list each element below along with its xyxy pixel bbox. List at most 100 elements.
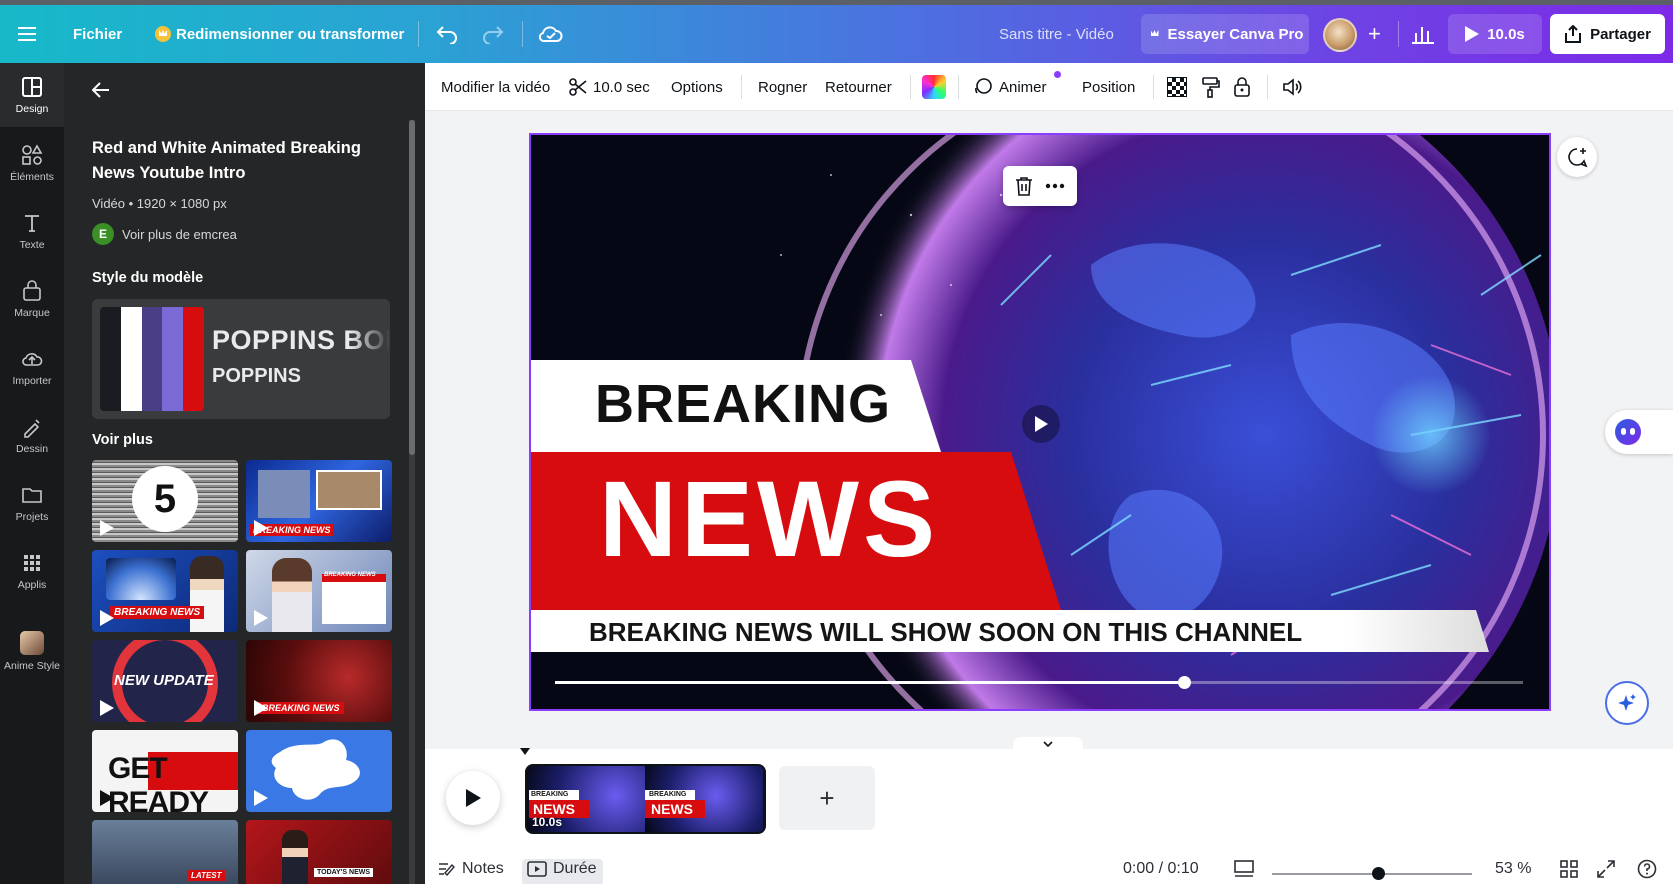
options-button[interactable]: Options [671,63,723,111]
notes-button[interactable]: Notes [438,853,504,884]
play-icon [100,700,114,716]
user-avatar[interactable] [1323,18,1357,52]
duration-tab[interactable]: Durée [527,853,597,884]
color-filter-button[interactable] [922,63,946,111]
rail-item-brand[interactable]: Marque [0,267,64,331]
add-comment-button[interactable] [1557,137,1597,177]
upload-icon [22,352,43,366]
crown-icon [1147,26,1163,42]
transparency-icon[interactable] [1167,63,1187,111]
cloud-saved-icon[interactable] [539,5,563,63]
template-thumb-red-globe[interactable]: BREAKING NEWS [246,640,392,722]
grid-view-icon[interactable] [1560,853,1578,884]
thumb-caption: BREAKING NEWS [110,606,205,619]
footer-bar [425,853,1673,884]
template-thumb-new-update[interactable]: NEW UPDATE [92,640,238,722]
template-thumb-countdown[interactable]: 5 [92,460,238,542]
play-duration: 10.0s [1487,25,1525,43]
timeline-play-button[interactable] [446,771,500,825]
rail-label: Anime Style [3,659,61,672]
video-page[interactable]: BREAKING NEWS BREAKING NEWS WILL SHOW SO… [529,133,1551,711]
ticker-text[interactable]: BREAKING NEWS WILL SHOW SOON ON THIS CHA… [589,617,1302,648]
thumb-anchor [272,558,312,632]
color-palette [100,307,204,411]
trim-button[interactable]: 10.0 sec [569,63,650,111]
more-icon[interactable] [1045,183,1065,189]
analytics-icon[interactable] [1412,5,1434,63]
author-label: Voir plus de emcrea [122,226,237,242]
clip-label-small: BREAKING [531,791,569,798]
divider [1398,21,1399,47]
flip-button[interactable]: Retourner [825,63,892,111]
back-arrow-icon[interactable] [92,72,110,108]
panel-scrollbar-thumb[interactable] [409,120,415,455]
edit-video-button[interactable]: Modifier la vidéo [441,63,550,111]
element-floating-bar [1003,166,1077,206]
rail-item-text[interactable]: Texte [0,199,64,263]
thumb-card [322,574,386,624]
copy-style-icon[interactable] [1200,63,1220,111]
play-icon [254,790,268,806]
document-title[interactable]: Sans titre - Vidéo [999,5,1114,63]
center-play-button[interactable] [1022,405,1060,443]
zoom-percentage[interactable]: 53 % [1495,853,1531,884]
trash-icon[interactable] [1015,176,1033,196]
fullscreen-icon[interactable] [1597,853,1615,884]
rail-item-design[interactable]: Design [0,63,64,127]
rail-item-elements[interactable]: Éléments [0,131,64,195]
news-text[interactable]: NEWS [599,465,939,573]
add-clip-button[interactable]: + [779,766,875,830]
video-clip[interactable]: BREAKING NEWS BREAKING NEWS 10.0s [525,764,766,834]
present-play-button[interactable]: 10.0s [1448,14,1542,54]
clip-label-small: BREAKING [649,791,687,798]
thumb-presenter [282,830,308,884]
animate-button[interactable]: Animer [973,63,1061,111]
apps-icon [24,554,40,571]
template-thumb-red-presenter[interactable]: TODAY'S NEWS [246,820,392,884]
lock-icon[interactable] [1233,63,1251,111]
file-menu[interactable]: Fichier [73,5,122,63]
playback-time: 0:00 / 0:10 [1123,859,1199,877]
resize-button[interactable]: Redimensionner ou transformer [155,5,404,63]
template-thumb-anchor-studio[interactable]: BREAKING NEWS [246,550,392,632]
template-thumb-anchor-earth[interactable]: BREAKING NEWS [92,550,238,632]
template-thumb-studio-news[interactable]: BREAKING NEWS [246,460,392,542]
template-style-card[interactable]: POPPINS BOLD POPPINS [92,299,390,419]
undo-icon[interactable] [436,5,458,63]
template-thumb-traffic-city[interactable]: LATEST [92,820,238,884]
help-icon[interactable] [1637,853,1657,884]
animate-label: Animer [999,78,1047,96]
divider [910,75,911,99]
new-dot-badge [1054,71,1061,78]
volume-icon[interactable] [1282,63,1304,111]
share-icon [1565,25,1582,43]
breaking-text[interactable]: BREAKING [595,373,891,435]
template-thumb-blue-splash[interactable] [246,730,392,812]
redo-icon[interactable] [482,5,504,63]
page-view-icon[interactable] [1234,853,1254,884]
divider [958,75,959,99]
position-button[interactable]: Position [1082,63,1135,111]
playhead-marker[interactable] [520,748,530,755]
share-button[interactable]: Partager [1550,14,1665,54]
add-collaborator-icon[interactable]: + [1368,5,1381,63]
rail-label: Design [15,102,49,115]
clip-label-big: NEWS [651,801,693,817]
rail-item-projects[interactable]: Projets [0,471,64,535]
rail-item-anime-style[interactable]: Anime Style [0,619,64,683]
hamburger-icon[interactable] [18,5,38,63]
rail-item-upload[interactable]: Importer [0,335,64,399]
magic-assist-button[interactable] [1605,681,1649,725]
thumb-caption: TODAY'S NEWS [314,868,374,877]
rail-item-draw[interactable]: Dessin [0,403,64,467]
assistant-face-icon [1615,419,1641,445]
assistant-button[interactable] [1605,410,1673,454]
try-pro-button[interactable]: Essayer Canva Pro [1141,14,1309,54]
template-thumb-get-ready[interactable]: GET READY [92,730,238,812]
rail-item-apps[interactable]: Applis [0,539,64,603]
see-more-heading: Voir plus [92,432,153,448]
zoom-slider-knob[interactable] [1372,867,1385,880]
author-link[interactable]: E Voir plus de emcrea [92,223,237,245]
crop-button[interactable]: Rogner [758,63,807,111]
rail-label: Marque [14,306,50,319]
